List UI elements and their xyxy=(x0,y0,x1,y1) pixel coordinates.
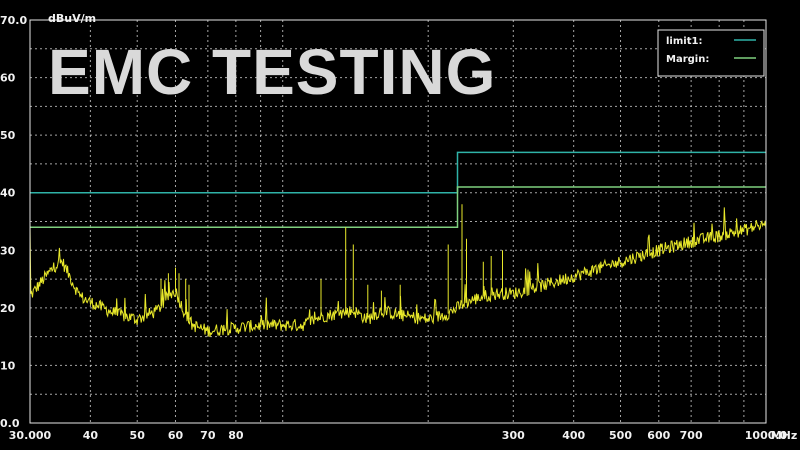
y-tick-label: 50 xyxy=(0,129,16,142)
x-tick-label: 600 xyxy=(647,429,670,442)
x-axis-unit: MHz xyxy=(771,429,798,442)
y-axis-label: dBuV/m xyxy=(48,12,96,25)
x-tick-label: 60 xyxy=(168,429,184,442)
y-tick-label: 70.0 xyxy=(0,14,27,27)
x-tick-label: 50 xyxy=(130,429,146,442)
chart-screen: 0.0 10 20 30 40 50 60 70.0 dBuV/m 30.000 40 50 60 70 8… xyxy=(0,0,800,450)
measurement-trace xyxy=(29,204,767,338)
x-tick-label: 80 xyxy=(228,429,244,442)
x-tick-label: 40 xyxy=(83,429,99,442)
legend-entry-label: limit1: xyxy=(666,36,702,47)
y-tick-label: 20 xyxy=(0,302,16,315)
legend-entry-label: Margin: xyxy=(666,54,709,65)
x-tick-label: 500 xyxy=(609,429,632,442)
overlay-title: EMC TESTING xyxy=(48,36,497,108)
y-tick-label: 40 xyxy=(0,187,16,200)
y-tick-label: 10 xyxy=(0,359,16,372)
y-tick-label: 30 xyxy=(0,244,16,257)
x-tick-label: 70 xyxy=(200,429,216,442)
x-tick-label: 30.000 xyxy=(9,429,52,442)
legend: limit1: Margin: xyxy=(657,29,765,77)
x-tick-label: 300 xyxy=(502,429,525,442)
series xyxy=(29,151,767,338)
x-tick-label: 700 xyxy=(680,429,703,442)
x-tick-label: 400 xyxy=(562,429,585,442)
y-tick-label: 60 xyxy=(0,72,16,85)
